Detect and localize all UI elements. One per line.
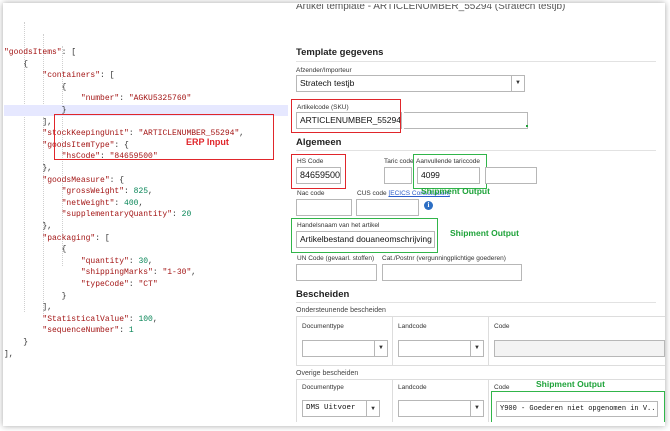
overige-bescheiden-heading: Overige bescheiden — [296, 370, 359, 377]
afzender-label: Afzender/Importeur — [296, 67, 352, 74]
json-code-line: { — [4, 59, 29, 69]
table-border — [296, 365, 665, 366]
section-bescheiden: Bescheiden — [296, 289, 350, 300]
column-header-landcode: Landcode — [398, 384, 427, 391]
json-code-line: }, — [4, 222, 53, 231]
json-code-line: }, — [4, 164, 53, 173]
taric-code-label: Taric code — [384, 158, 414, 165]
json-code-line: "shippingMarks": "1-30", — [80, 268, 197, 278]
erp-input-label: ERP Input — [186, 137, 229, 147]
taric-code-field[interactable] — [384, 167, 412, 184]
column-header-code: Code — [494, 384, 510, 391]
erp-input-highlight — [54, 114, 274, 160]
table-border — [392, 316, 393, 366]
divider — [296, 302, 656, 303]
json-code-line: } — [4, 338, 29, 347]
documenttype-value: DMS Uitvoer — [306, 404, 356, 412]
shipment-output-highlight — [491, 391, 665, 422]
json-code-line: { — [4, 82, 67, 92]
table-border — [296, 379, 665, 380]
json-code-line: "supplementaryQuantity": 20 — [61, 210, 192, 220]
page-title: Artikel template - ARTICLENUMBER_55294 (… — [296, 4, 566, 12]
column-header-documenttype: Documenttype — [302, 384, 344, 391]
json-code-line: "number": "AGKU5325760" — [80, 94, 192, 104]
landcode-select[interactable]: ▼ — [398, 340, 484, 357]
json-code-line: "sequenceNumber": 1 — [42, 326, 134, 336]
afzender-value: Stratech testjb — [300, 78, 355, 88]
table-border — [488, 316, 489, 366]
shipment-output-label: Shipment Output — [450, 228, 519, 238]
chevron-down-icon: ▼ — [366, 401, 379, 416]
table-border — [296, 316, 297, 366]
shipment-output-label: Shipment Output — [421, 186, 490, 196]
documenttype-select[interactable]: ▼ — [302, 340, 388, 357]
chevron-down-icon: ▼ — [374, 341, 387, 356]
nac-code-field[interactable] — [296, 199, 352, 216]
json-code-pane: "goodsItems": [ { "containers": [ { "num… — [4, 4, 288, 422]
field-marker — [526, 125, 528, 127]
column-header-code: Code — [494, 323, 510, 330]
json-code-line: "goodsItems": [ — [4, 48, 77, 57]
cat-postnr-label: Cat./Postnr (vergunningplichtige goedere… — [382, 255, 506, 262]
shipment-output-highlight — [291, 218, 438, 253]
cus-code-field[interactable] — [356, 199, 419, 216]
table-border — [296, 379, 297, 422]
shipment-output-label: Shipment Output — [536, 379, 605, 389]
section-template-gegevens: Template gegevens — [296, 47, 384, 58]
artikelcode-field-extension[interactable] — [404, 112, 528, 129]
column-header-landcode: Landcode — [398, 323, 427, 330]
json-code-line: "containers": [ — [42, 71, 115, 81]
json-code-line: } — [4, 291, 67, 301]
ondersteunende-bescheiden-heading: Ondersteunende bescheiden — [296, 307, 386, 314]
chevron-down-icon: ▼ — [470, 341, 483, 356]
json-code-line: "quantity": 30, — [80, 256, 153, 266]
code-field[interactable] — [494, 340, 665, 357]
json-code-line: "StatisticalValue": 100, — [42, 314, 158, 324]
un-code-field[interactable] — [296, 264, 377, 281]
table-border — [392, 379, 393, 422]
json-code-line: { — [4, 245, 67, 255]
divider — [296, 61, 656, 62]
cus-code-text: CUS code — [357, 190, 387, 197]
json-code-line: "goodsMeasure": { — [42, 175, 125, 185]
chevron-down-icon: ▼ — [470, 401, 483, 416]
column-header-documenttype: Documenttype — [302, 323, 344, 330]
afzender-select[interactable]: Stratech testjb ▼ — [296, 75, 525, 92]
landcode-select[interactable]: ▼ — [398, 400, 484, 417]
documenttype-select[interactable]: DMS Uitvoer ▼ — [302, 400, 380, 417]
article-template-form: Artikel template - ARTICLENUMBER_55294 (… — [288, 4, 665, 422]
json-code-line: "typeCode": "CT" — [80, 280, 158, 289]
un-code-label: UN Code (gevaarl. stoffen) — [297, 255, 375, 262]
json-code-line: "packaging": [ — [42, 233, 110, 243]
shipment-output-highlight — [413, 154, 487, 189]
tariccode-extra-field[interactable] — [485, 167, 537, 184]
json-code-line: ], — [4, 349, 14, 359]
cat-postnr-field[interactable] — [382, 264, 522, 281]
divider — [296, 150, 656, 151]
json-code-line: "grossWeight": 825, — [61, 187, 153, 197]
sku-highlight — [291, 99, 401, 133]
table-border — [296, 316, 665, 317]
hs-code-highlight — [291, 154, 346, 189]
section-algemeen: Algemeen — [296, 137, 342, 148]
json-code-line: "netWeight": 400, — [61, 198, 144, 208]
chevron-down-icon: ▼ — [511, 76, 524, 91]
table-border — [488, 379, 489, 422]
json-code-line: ], — [4, 303, 53, 313]
nac-code-label: Nac code — [297, 190, 325, 197]
info-icon[interactable]: i — [424, 201, 433, 210]
